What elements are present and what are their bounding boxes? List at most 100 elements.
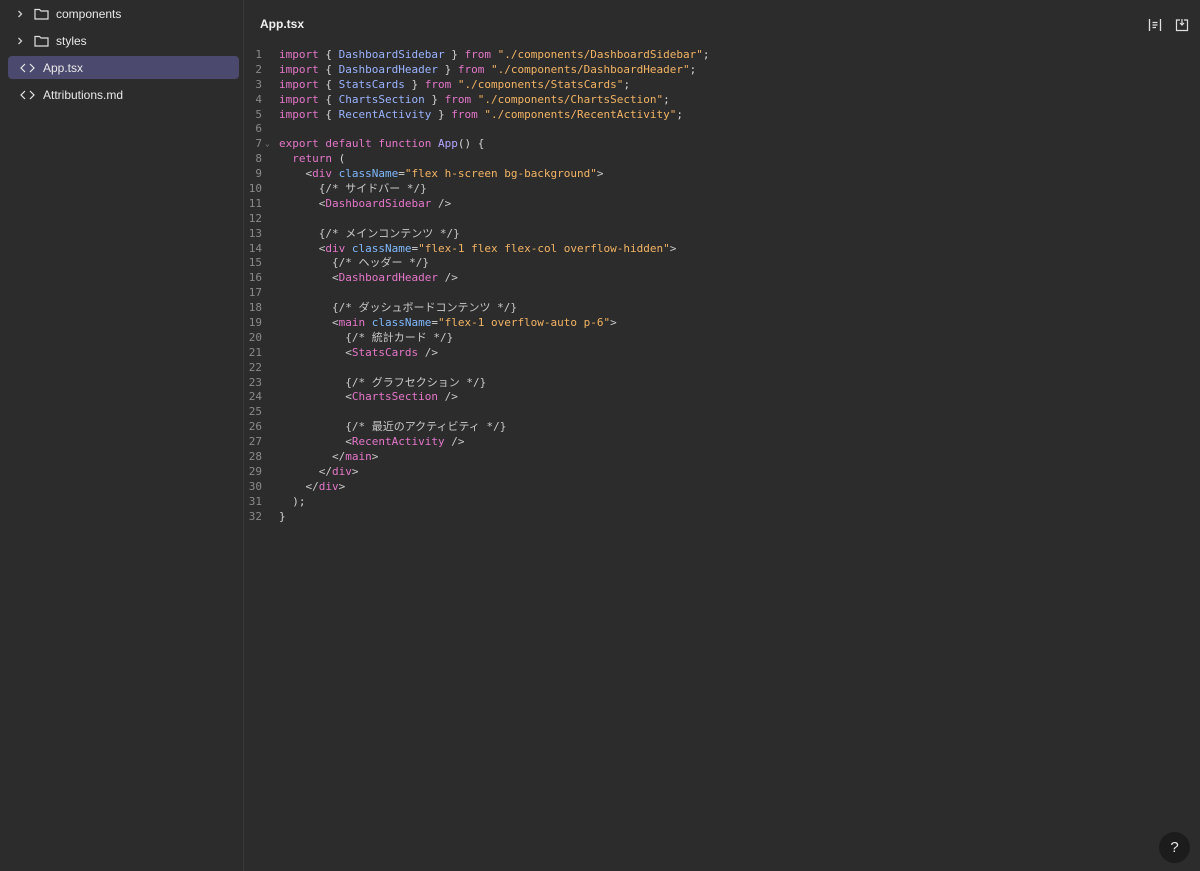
line-source: </main> [331, 450, 379, 464]
line-source: import { RecentActivity } from "./compon… [279, 107, 684, 121]
code-line[interactable]: 2 import { DashboardHeader } from "./comp… [245, 63, 1200, 78]
line-source: import { DashboardHeader } from "./compo… [279, 62, 697, 76]
code-line[interactable]: 18 {/* ダッシュボードコンテンツ */} [245, 301, 1200, 316]
line-source: <DashboardHeader /> [331, 271, 458, 285]
code-line[interactable]: 30 </div> [245, 480, 1200, 495]
code-line[interactable]: 21 <StatsCards /> [245, 346, 1200, 361]
code-line[interactable]: 13 {/* メインコンテンツ */} [245, 227, 1200, 242]
line-number: 1 [255, 48, 262, 61]
code-line[interactable]: 4 import { ChartsSection } from "./compon… [245, 93, 1200, 108]
line-source: <ChartsSection /> [345, 390, 458, 404]
code-line[interactable]: 11 <DashboardSidebar /> [245, 197, 1200, 212]
chevron-right-icon[interactable] [14, 35, 26, 47]
line-number: 32 [248, 509, 262, 523]
code-line[interactable]: 6 [245, 122, 1200, 137]
code-line[interactable]: 9 <div className="flex h-screen bg-backg… [245, 167, 1200, 182]
code-line[interactable]: 1 import { DashboardSidebar } from "./com… [245, 48, 1200, 63]
line-source: <div className="flex-1 flex flex-col ove… [318, 241, 677, 255]
fold-chevron-icon[interactable]: ⌄ [265, 137, 270, 152]
code-line[interactable]: 26 {/* 最近のアクティビティ */} [245, 420, 1200, 435]
code-line[interactable]: 16 <DashboardHeader /> [245, 271, 1200, 286]
tree-item-components[interactable]: components [8, 2, 239, 25]
code-line[interactable]: 15 {/* ヘッダー */} [245, 256, 1200, 271]
line-source: {/* 最近のアクティビティ */} [345, 420, 507, 434]
code-line[interactable]: 17 [245, 286, 1200, 301]
line-number: 23 [248, 375, 262, 389]
line-source: <div className="flex h-screen bg-backgro… [305, 167, 604, 181]
line-number: 24 [248, 390, 262, 404]
folder-icon [34, 7, 50, 21]
code-line[interactable]: 7 ⌄ export default function App() { [245, 137, 1200, 152]
code-line[interactable]: 8 return ( [245, 152, 1200, 167]
code-line[interactable]: 23 {/* グラフセクション */} [245, 376, 1200, 391]
code-line[interactable]: 5 import { RecentActivity } from "./compo… [245, 108, 1200, 123]
line-source: {/* 統計カード */} [345, 330, 454, 344]
line-number: 25 [248, 405, 262, 419]
tree-item-label: Attributions.md [43, 87, 124, 102]
line-source: </div> [305, 479, 346, 493]
line-number: 27 [248, 435, 262, 449]
code-line[interactable]: 25 [245, 405, 1200, 420]
line-number: 17 [248, 286, 262, 300]
export-icon[interactable] [1174, 17, 1190, 33]
code-line[interactable]: 22 [245, 361, 1200, 376]
line-number: 30 [248, 479, 262, 493]
line-source: import { DashboardSidebar } from "./comp… [279, 48, 710, 61]
tree-item-label: App.tsx [43, 60, 84, 75]
line-number: 5 [255, 107, 262, 121]
code-line[interactable]: 32} [245, 510, 1200, 525]
line-source: } [279, 509, 286, 523]
line-source: {/* メインコンテンツ */} [318, 226, 460, 240]
tree-item-attributions-md[interactable]: Attributions.md [8, 83, 239, 106]
tree-item-label: styles [56, 33, 87, 48]
code-line[interactable]: 19 <main className="flex-1 overflow-auto… [245, 316, 1200, 331]
line-number: 8 [255, 152, 262, 166]
folder-icon [34, 34, 50, 48]
line-source: </div> [318, 464, 359, 478]
line-number: 31 [248, 494, 262, 508]
code-line[interactable]: 12 [245, 212, 1200, 227]
code-line[interactable]: 31 ); [245, 495, 1200, 510]
chevron-right-icon[interactable] [14, 8, 26, 20]
tree-item-label: components [56, 6, 122, 21]
line-source: {/* ヘッダー */} [331, 256, 429, 270]
line-number: 14 [248, 241, 262, 255]
line-source: <RecentActivity /> [345, 435, 465, 449]
format-icon[interactable] [1147, 17, 1163, 33]
line-number: 26 [248, 420, 262, 434]
line-number: 16 [248, 271, 262, 285]
line-number: 19 [248, 316, 262, 330]
line-number: 7 [255, 137, 262, 151]
line-source: <main className="flex-1 overflow-auto p-… [331, 316, 617, 330]
help-button[interactable]: ? [1159, 832, 1190, 863]
line-number: 15 [248, 256, 262, 270]
line-number: 13 [248, 226, 262, 240]
line-source: return ( [292, 152, 346, 166]
line-number: 20 [248, 330, 262, 344]
code-line[interactable]: 20 {/* 統計カード */} [245, 331, 1200, 346]
code-line[interactable]: 27 <RecentActivity /> [245, 435, 1200, 450]
line-number: 9 [255, 167, 262, 181]
code-line[interactable]: 3 import { StatsCards } from "./component… [245, 78, 1200, 93]
file-explorer-sidebar: components styles App.tsx Attributions.m… [0, 0, 244, 871]
line-number: 21 [248, 345, 262, 359]
code-editor: App.tsx 1 import { DashboardSidebar } fro… [245, 0, 1200, 871]
code-line[interactable]: 14 <div className="flex-1 flex flex-col … [245, 242, 1200, 257]
tree-item-app-tsx[interactable]: App.tsx [8, 56, 239, 79]
line-number: 28 [248, 450, 262, 464]
code-lines[interactable]: 1 import { DashboardSidebar } from "./com… [245, 48, 1200, 525]
line-number: 11 [248, 196, 262, 210]
line-number: 3 [255, 77, 262, 91]
line-source: ); [279, 494, 306, 508]
line-source: {/* ダッシュボードコンテンツ */} [331, 301, 517, 315]
line-source: <StatsCards /> [345, 345, 438, 359]
code-line[interactable]: 28 </main> [245, 450, 1200, 465]
code-line[interactable]: 24 <ChartsSection /> [245, 390, 1200, 405]
code-icon [20, 62, 36, 74]
tree-item-styles[interactable]: styles [8, 29, 239, 52]
code-line[interactable]: 10 {/* サイドバー */} [245, 182, 1200, 197]
code-line[interactable]: 29 </div> [245, 465, 1200, 480]
line-source: export default function App() { [279, 137, 485, 151]
line-number: 4 [255, 92, 262, 106]
line-source: import { ChartsSection } from "./compone… [279, 92, 670, 106]
